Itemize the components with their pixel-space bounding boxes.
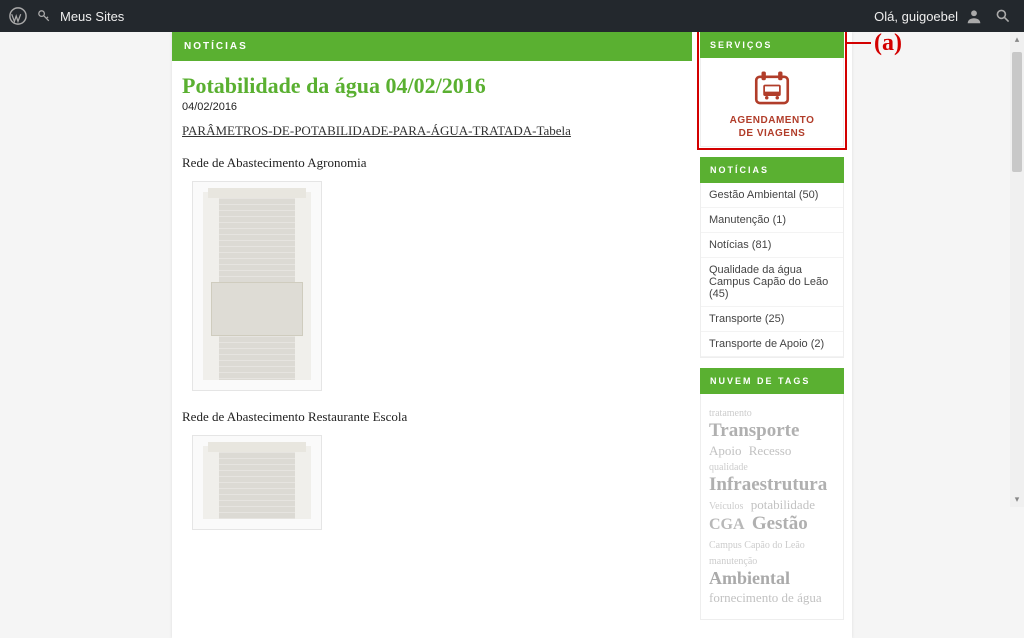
tag-item[interactable]: manutenção [709,556,757,567]
tags-widget: NUVEM DE TAGS tratamento Transporte Apoi… [700,368,844,620]
tag-item[interactable]: qualidade [709,462,748,473]
tag-item[interactable]: Apoio [709,443,742,458]
category-item[interactable]: Qualidade da água Campus Capão do Leão (… [701,258,843,307]
category-item[interactable]: Notícias (81) [701,233,843,258]
tag-item[interactable]: Recesso [749,443,792,458]
servicos-label-2: DE VIAGENS [707,127,837,140]
tag-item[interactable]: Ambiental [709,568,790,588]
parameters-link[interactable]: PARÂMETROS-DE-POTABILIDADE-PARA-ÁGUA-TRA… [182,123,571,139]
article: Potabilidade da água 04/02/2016 04/02/20… [172,61,692,568]
subheading-restaurante: Rede de Abastecimento Restaurante Escola [182,409,682,425]
servicos-header: SERVIÇOS [700,32,844,58]
servicos-widget: SERVIÇOS AGENDAMENTO DE VIAGENS [700,32,844,147]
wp-admin-bar: Meus Sites Olá, guigoebel [0,0,1024,32]
doc-page-icon [203,446,311,519]
tag-cloud: tratamento Transporte Apoio Recesso qual… [700,394,844,620]
category-list: Gestão Ambiental (50)Manutenção (1)Notíc… [700,183,844,358]
greeting-link[interactable]: Olá, guigoebel [874,9,958,24]
doc-header-icon [208,442,305,452]
tag-item[interactable]: Campus Capão do Leão [709,540,805,551]
category-item[interactable]: Transporte de Apoio (2) [701,332,843,357]
wordpress-logo-icon[interactable] [8,6,28,26]
page-container: NOTÍCIAS Potabilidade da água 04/02/2016… [172,32,852,638]
main-column: NOTÍCIAS Potabilidade da água 04/02/2016… [172,32,692,638]
category-item[interactable]: Manutenção (1) [701,208,843,233]
scroll-down-icon[interactable]: ▾ [1010,494,1024,505]
tag-item[interactable]: fornecimento de água [709,590,822,605]
scrollbar[interactable]: ▴ ▾ [1010,32,1024,507]
scrollbar-thumb[interactable] [1012,52,1022,172]
my-sites-link[interactable]: Meus Sites [60,9,124,24]
tags-header: NUVEM DE TAGS [700,368,844,394]
noticias-widget: NOTÍCIAS Gestão Ambiental (50)Manutenção… [700,157,844,358]
tag-item[interactable]: tratamento [709,408,752,419]
tag-item[interactable]: potabilidade [751,497,815,512]
annotation-label: (a) [874,30,902,57]
agendamento-viagens-link[interactable]: AGENDAMENTO DE VIAGENS [700,58,844,147]
tag-item[interactable]: Transporte [709,420,799,441]
tag-item[interactable]: Infraestrutura [709,474,827,495]
scroll-up-icon[interactable]: ▴ [1010,34,1024,45]
document-thumbnail-2[interactable] [192,435,322,530]
category-item[interactable]: Gestão Ambiental (50) [701,183,843,208]
article-title: Potabilidade da água 04/02/2016 [182,73,682,99]
tag-item[interactable]: Gestão [752,513,808,534]
subheading-agronomia: Rede de Abastecimento Agronomia [182,155,682,171]
user-avatar-icon[interactable] [964,6,984,26]
admin-bar-left: Meus Sites [8,6,124,26]
doc-table-icon [211,282,303,336]
main-section-header: NOTÍCIAS [172,32,692,61]
article-date: 04/02/2016 [182,101,682,113]
key-icon[interactable] [34,6,54,26]
document-thumbnail-1[interactable] [192,181,322,391]
admin-search-icon[interactable] [990,3,1016,29]
doc-header-icon [208,188,305,198]
admin-bar-right: Olá, guigoebel [874,3,1016,29]
noticias-header: NOTÍCIAS [700,157,844,183]
sidebar-column: SERVIÇOS AGENDAMENTO DE VIAGENS [692,32,852,638]
servicos-label-1: AGENDAMENTO [707,114,837,127]
category-item[interactable]: Transporte (25) [701,307,843,332]
calendar-bus-icon [751,68,793,110]
tag-item[interactable]: CGA [709,516,745,533]
